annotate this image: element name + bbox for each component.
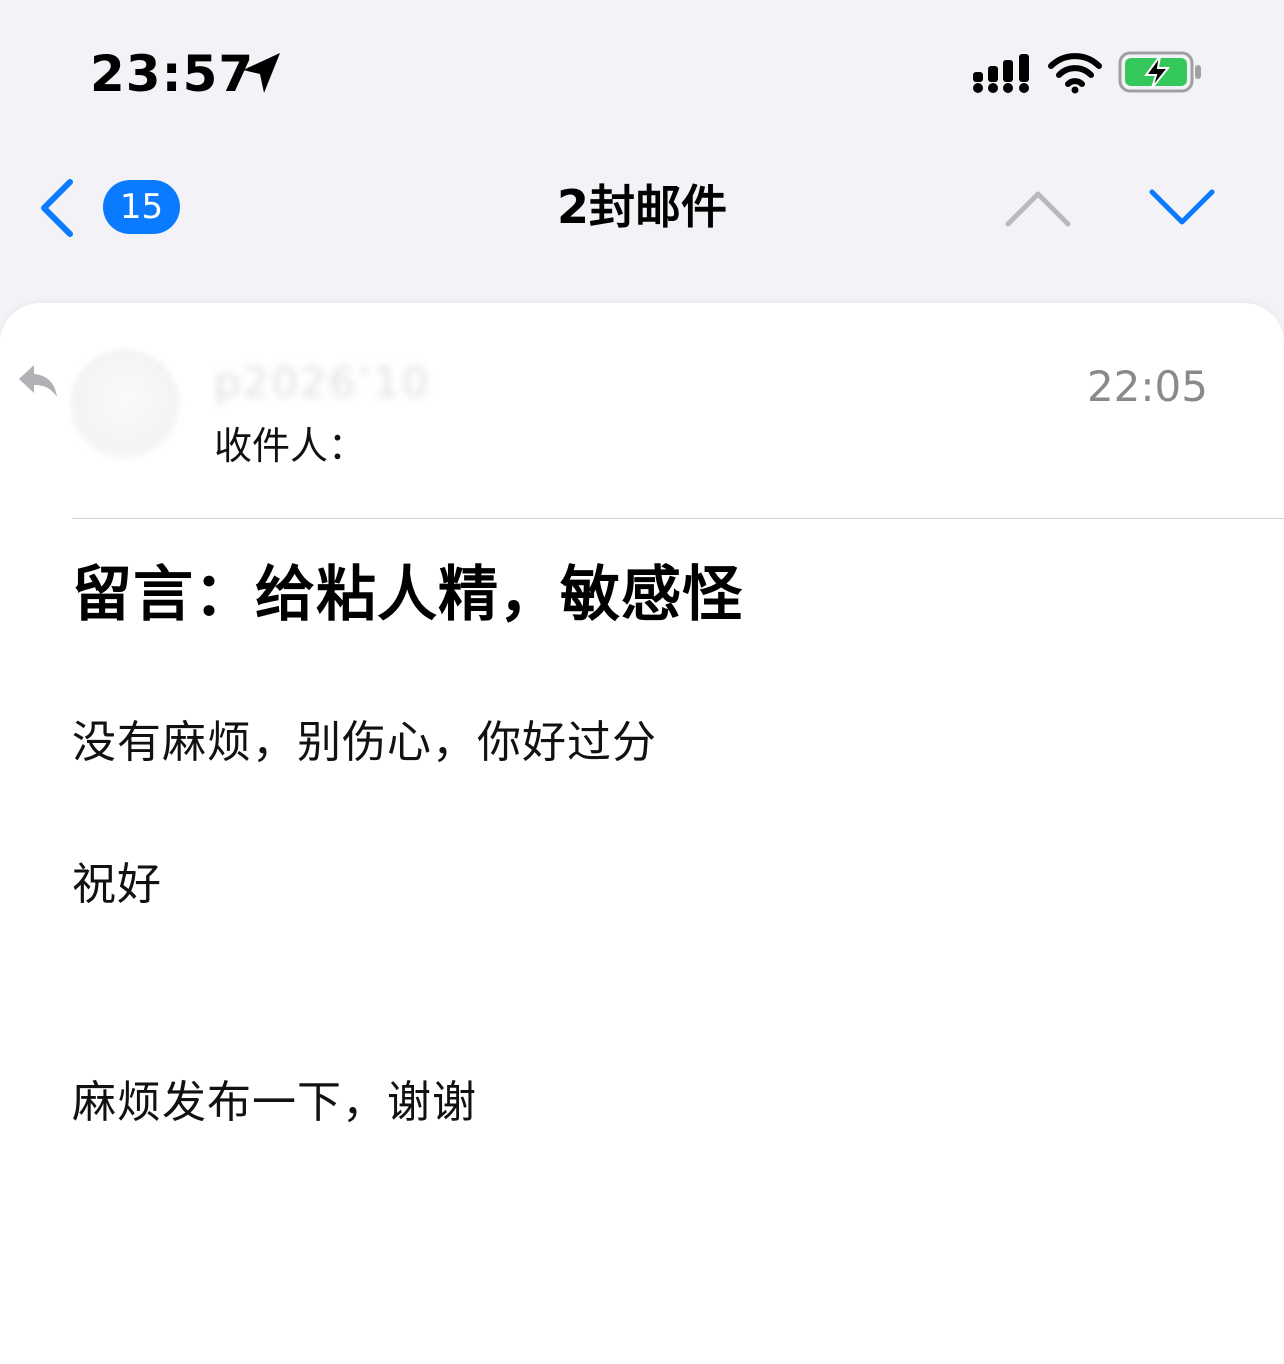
nav-bar: 15 2封邮件 xyxy=(0,140,1284,280)
chevron-up-icon[interactable] xyxy=(1004,186,1072,230)
message-card: p⁢2026’10 22:05 收件人： 留言：给粘人精，敏感怪 没有麻烦，别伤… xyxy=(0,303,1284,1364)
page-title: 2封邮件 xyxy=(556,180,727,234)
cellular-signal-icon xyxy=(973,54,1029,93)
message-time: 22:05 xyxy=(1086,362,1208,411)
battery-charging-icon xyxy=(1118,51,1201,93)
divider xyxy=(72,518,1284,519)
sender-name[interactable]: p⁢2026’10 xyxy=(214,355,430,411)
status-bar: 23:57 xyxy=(0,0,1284,140)
message-subject: 留言：给粘人精，敏感怪 xyxy=(72,560,743,630)
chevron-down-icon[interactable] xyxy=(1148,186,1216,230)
recipient-label: 收件人： xyxy=(214,424,367,468)
reply-icon xyxy=(19,365,57,397)
body-paragraph: 没有麻烦，别伤心，你好过分 xyxy=(72,717,657,768)
wifi-icon xyxy=(1048,53,1102,94)
avatar[interactable] xyxy=(70,349,180,459)
location-arrow-icon xyxy=(243,53,280,93)
body-paragraph: 麻烦发布一下，谢谢 xyxy=(72,1077,477,1128)
body-paragraph: 祝好 xyxy=(72,859,162,910)
status-time: 23:57 xyxy=(90,45,255,103)
recipient-value[interactable] xyxy=(380,419,560,467)
